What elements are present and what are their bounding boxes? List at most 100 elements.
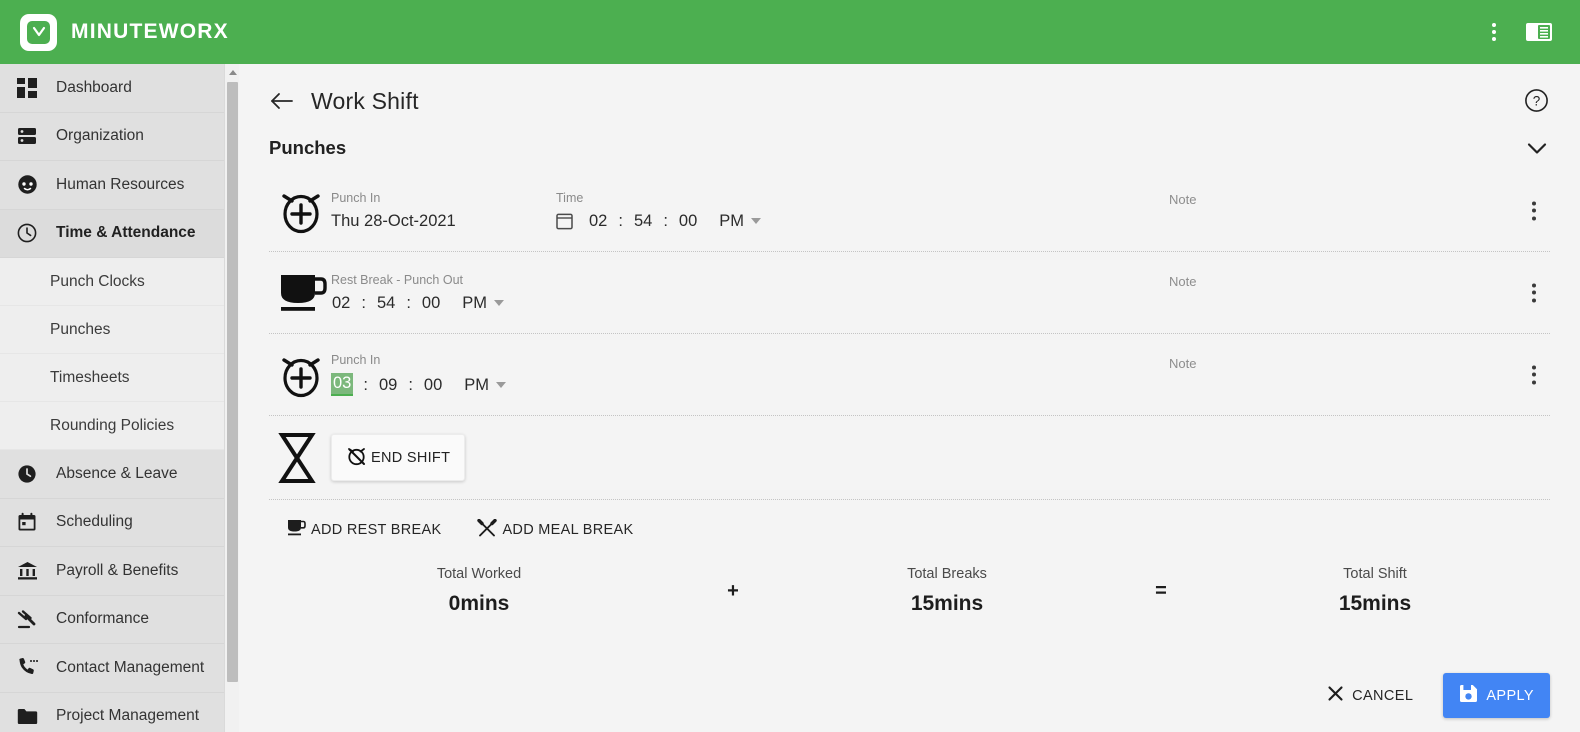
cancel-label: CANCEL — [1352, 687, 1414, 704]
apply-button[interactable]: APPLY — [1443, 673, 1550, 718]
time-input[interactable]: 03 : 09 : 00 PM — [331, 373, 891, 396]
second-segment[interactable]: 00 — [678, 211, 698, 231]
total-breaks: Total Breaks 15mins — [777, 566, 1117, 616]
meridiem-value: PM — [719, 211, 745, 230]
footer-actions: CANCEL APPLY — [1322, 673, 1550, 718]
sidebar-item-label: Organization — [56, 127, 144, 145]
organization-server-icon — [16, 125, 38, 147]
sidebar-item-human-resources[interactable]: Human Resources — [0, 161, 239, 210]
sidebar-subitem-label: Punches — [50, 320, 111, 338]
sidebar-item-absence-leave[interactable]: Absence & Leave — [0, 450, 239, 499]
sidebar-item-label: Payroll & Benefits — [56, 561, 179, 579]
add-rest-break-button[interactable]: ADD REST BREAK — [287, 519, 441, 541]
scroll-up-arrow-icon[interactable] — [225, 64, 239, 80]
sidebar-item-conformance[interactable]: Conformance — [0, 595, 239, 644]
meridiem-value: PM — [464, 375, 490, 394]
svg-text:?: ? — [1533, 94, 1541, 109]
time-colon: : — [663, 211, 668, 230]
folder-icon — [16, 705, 38, 727]
punch-row[interactable]: Rest Break - Punch Out 02 : 54 : 00 PM N… — [269, 252, 1550, 334]
meridiem-dropdown[interactable]: PM — [719, 211, 762, 231]
time-label: Time — [556, 190, 584, 205]
time-colon: : — [408, 375, 413, 394]
human-resources-face-icon — [16, 174, 38, 196]
punch-time-field: Time 02 : 54: 00 PM — [556, 191, 1116, 231]
second-segment[interactable]: 00 — [421, 293, 441, 313]
hour-segment[interactable]: 02 — [588, 211, 608, 231]
sidebar-item-label: Conformance — [56, 610, 150, 628]
row-overflow-menu-icon[interactable] — [1528, 361, 1540, 388]
punches-section-header: Punches — [269, 126, 1550, 170]
end-shift-label: END SHIFT — [371, 449, 451, 466]
brand-name: MINUTEWORX — [71, 20, 229, 43]
total-worked: Total Worked 0mins — [269, 566, 689, 616]
time-colon: : — [406, 293, 411, 312]
toggle-side-panel-icon[interactable] — [1526, 22, 1552, 42]
scrollbar-thumb[interactable] — [227, 82, 238, 682]
clock-filled-icon — [16, 463, 38, 485]
sidebar-subitem-punches[interactable]: Punches — [0, 306, 239, 354]
calendar-icon[interactable] — [556, 212, 573, 230]
punch-fields: Punch In Thu 28-Oct-2021 Time 02: 54: … — [331, 191, 1550, 231]
minute-segment[interactable]: 09 — [378, 375, 398, 395]
sidebar-item-organization[interactable]: Organization — [0, 112, 239, 161]
sidebar-item-label: Time & Attendance — [56, 224, 196, 242]
coffee-cup-icon — [269, 269, 331, 317]
minute-segment[interactable]: 54 — [633, 211, 653, 231]
sidebar: Dashboard Organization Human Resources T… — [0, 64, 239, 732]
add-meal-break-button[interactable]: ADD MEAL BREAK — [477, 518, 634, 541]
row-overflow-menu-icon[interactable] — [1528, 279, 1540, 306]
main-header: Work Shift ? — [269, 64, 1550, 126]
chevron-down-icon — [751, 217, 762, 224]
sidebar-subitem-label: Timesheets — [50, 368, 130, 386]
sidebar-scrollbar[interactable] — [224, 64, 239, 732]
sidebar-item-time-attendance[interactable]: Time & Attendance — [0, 209, 239, 258]
back-arrow-icon[interactable] — [269, 88, 295, 114]
sidebar-subitem-punch-clocks[interactable]: Punch Clocks — [0, 258, 239, 306]
chevron-down-icon[interactable] — [1524, 135, 1550, 161]
add-meal-break-label: ADD MEAL BREAK — [502, 522, 634, 538]
punch-date-value[interactable]: Thu 28-Oct-2021 — [331, 211, 556, 231]
hour-segment[interactable]: 03 — [331, 373, 354, 396]
chevron-down-icon — [494, 299, 505, 306]
meridiem-dropdown[interactable]: PM — [462, 293, 505, 313]
row-overflow-menu-icon[interactable] — [1528, 197, 1540, 224]
total-breaks-label: Total Breaks — [907, 566, 987, 582]
sidebar-item-project-management[interactable]: Project Management — [0, 692, 239, 732]
meridiem-value: PM — [462, 293, 488, 312]
sidebar-item-label: Project Management — [56, 707, 200, 725]
more-vert-icon[interactable] — [1488, 19, 1500, 45]
close-x-icon — [1328, 686, 1343, 705]
sidebar-subitem-timesheets[interactable]: Timesheets — [0, 354, 239, 402]
help-circle-icon[interactable]: ? — [1524, 88, 1550, 114]
time-input[interactable]: 02 : 54 : 00 PM — [556, 211, 1116, 231]
note-label: Note — [1169, 356, 1197, 371]
hour-segment[interactable]: 02 — [331, 293, 351, 313]
end-shift-button[interactable]: END SHIFT — [331, 434, 466, 481]
add-breaks-row: ADD REST BREAK ADD MEAL BREAK — [269, 500, 1550, 552]
second-segment[interactable]: 00 — [423, 375, 443, 395]
sidebar-item-payroll-benefits[interactable]: Payroll & Benefits — [0, 547, 239, 596]
meridiem-dropdown[interactable]: PM — [464, 375, 507, 395]
gavel-icon — [16, 608, 38, 630]
punch-type-and-date: Punch In Thu 28-Oct-2021 — [331, 191, 556, 231]
brand[interactable]: MINUTEWORX — [20, 13, 229, 51]
sidebar-item-scheduling[interactable]: Scheduling — [0, 498, 239, 547]
bank-icon — [16, 560, 38, 582]
sidebar-item-contact-management[interactable]: Contact Management — [0, 644, 239, 693]
alarm-off-icon — [346, 445, 367, 470]
alarm-add-icon — [269, 185, 331, 237]
sidebar-item-label: Scheduling — [56, 513, 133, 531]
minute-segment[interactable]: 54 — [376, 293, 396, 313]
punch-row[interactable]: Punch In 03 : 09 : 00 PM Note — [269, 334, 1550, 416]
note-label: Note — [1169, 192, 1197, 207]
total-shift: Total Shift 15mins — [1205, 566, 1545, 616]
total-shift-value: 15mins — [1338, 592, 1412, 615]
punch-row[interactable]: Punch In Thu 28-Oct-2021 Time 02: 54: … — [269, 170, 1550, 252]
punch-fields: Punch In 03 : 09 : 00 PM — [331, 353, 1550, 396]
sidebar-item-dashboard[interactable]: Dashboard — [0, 64, 239, 113]
cancel-button[interactable]: CANCEL — [1322, 678, 1419, 713]
time-input[interactable]: 02 : 54 : 00 PM — [331, 293, 891, 313]
dashboard-grid-icon — [16, 77, 38, 99]
sidebar-subitem-rounding-policies[interactable]: Rounding Policies — [0, 402, 239, 450]
